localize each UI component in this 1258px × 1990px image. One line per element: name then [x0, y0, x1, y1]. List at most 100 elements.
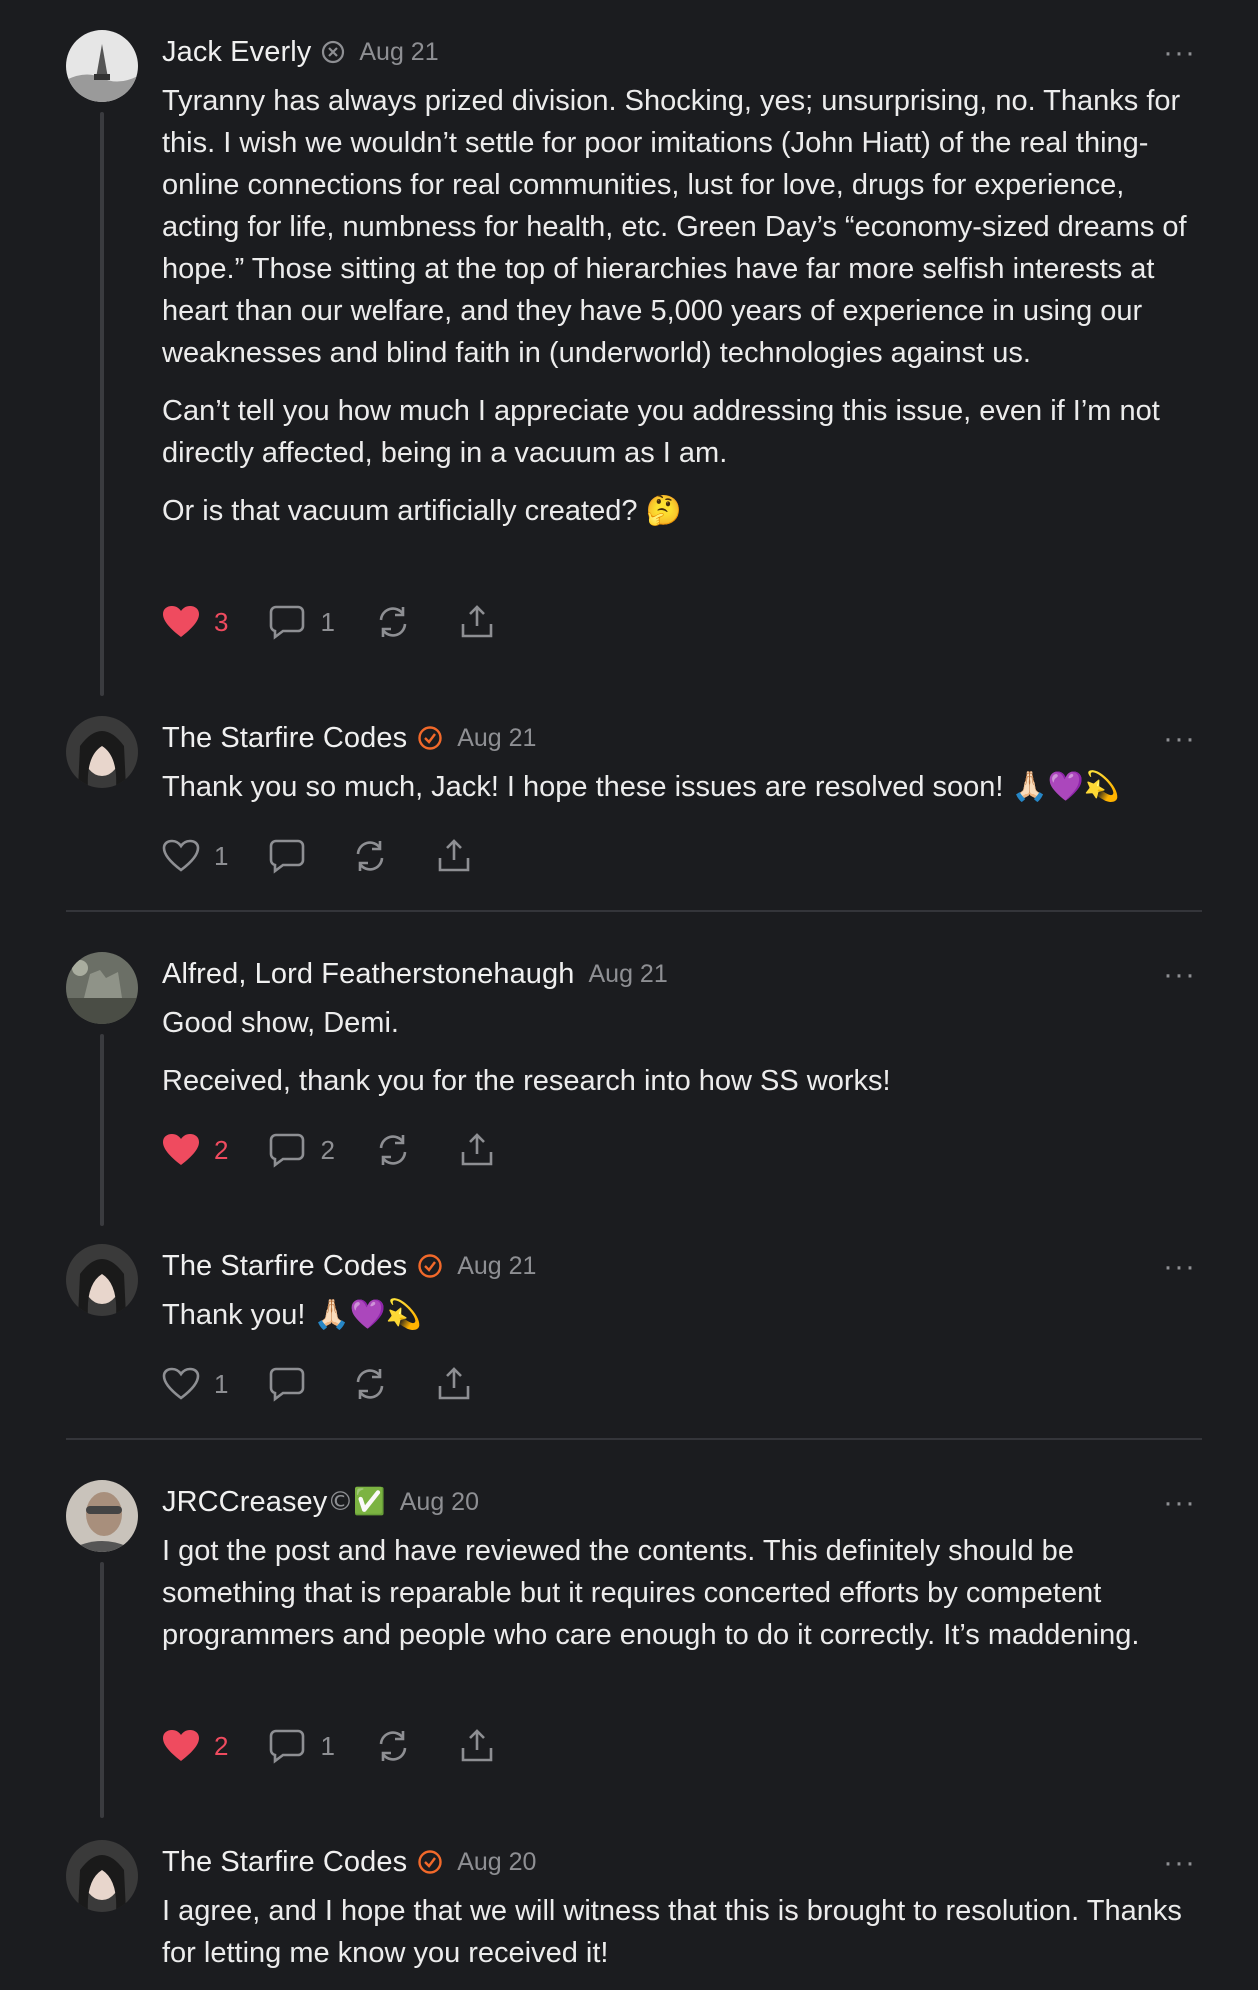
share-icon: [439, 839, 470, 872]
comment-header: Jack Everly Aug 21: [162, 32, 439, 72]
reply-button[interactable]: [268, 1366, 306, 1402]
more-options-icon[interactable]: ···: [1163, 38, 1196, 68]
heart-filled-icon: [163, 1730, 199, 1761]
like-count: 1: [214, 1368, 229, 1399]
comment-header: Alfred, Lord Featherstonehaugh Aug 21: [162, 954, 668, 994]
reply-button[interactable]: 2: [268, 1132, 335, 1168]
comment-date[interactable]: Aug 21: [457, 1252, 536, 1281]
restack-button[interactable]: [375, 604, 411, 640]
author-name[interactable]: JRCCreasey: [162, 1486, 327, 1519]
avatar[interactable]: [66, 1480, 138, 1552]
like-count: 3: [214, 606, 229, 637]
comment-date[interactable]: Aug 21: [359, 38, 438, 67]
comment-paragraph: Thank you so much, Jack! I hope these is…: [162, 771, 1120, 803]
comment-date[interactable]: Aug 21: [589, 960, 668, 989]
verified-check-icon: [417, 1253, 443, 1279]
comment-actions: 2 2: [162, 1130, 495, 1170]
restack-icon: [379, 1135, 407, 1165]
comment-bubble-icon: [270, 1367, 305, 1402]
like-count: 1: [214, 840, 229, 871]
heart-outline-icon: [162, 839, 200, 872]
share-icon: [461, 1729, 493, 1762]
thread-line: [100, 1034, 104, 1226]
comment-paragraph: Received, thank you for the research int…: [162, 1065, 891, 1097]
reply-count: 1: [320, 606, 335, 637]
author-name[interactable]: The Starfire Codes: [162, 1250, 407, 1283]
divider: [66, 910, 1202, 912]
thread-line: [100, 1562, 104, 1818]
comment-body: Tyranny has always prized division. Shoc…: [162, 80, 1202, 548]
comment-actions: 2 1: [162, 1726, 495, 1766]
divider: [66, 1438, 1202, 1440]
comment-header: The Starfire Codes Aug 21: [162, 718, 536, 758]
avatar[interactable]: [66, 1244, 138, 1316]
share-button[interactable]: [459, 1132, 495, 1168]
avatar[interactable]: [66, 952, 138, 1024]
more-options-icon[interactable]: ···: [1163, 724, 1196, 754]
share-icon: [461, 1133, 493, 1166]
share-button[interactable]: [459, 1728, 495, 1764]
avatar[interactable]: [66, 30, 138, 102]
share-button[interactable]: [436, 838, 472, 874]
author-name[interactable]: The Starfire Codes: [162, 722, 407, 755]
like-button[interactable]: 3: [162, 605, 228, 639]
like-button[interactable]: 1: [162, 1367, 228, 1401]
subscriber-badge-icon: [321, 40, 345, 64]
author-name[interactable]: Alfred, Lord Featherstonehaugh: [162, 958, 575, 991]
comment-bubble-icon: [270, 1729, 305, 1764]
restack-button[interactable]: [352, 1366, 388, 1402]
like-count: 2: [214, 1134, 229, 1165]
comment-paragraph: Thank you! 🙏🏻💜💫: [162, 1299, 422, 1331]
thread-line: [100, 112, 104, 696]
more-options-icon[interactable]: ···: [1163, 1488, 1196, 1518]
like-button[interactable]: 2: [162, 1729, 228, 1763]
reply-count: 1: [320, 1730, 335, 1761]
comment-body: I got the post and have reviewed the con…: [162, 1530, 1202, 1672]
share-button[interactable]: [436, 1366, 472, 1402]
restack-icon: [357, 841, 384, 871]
avatar[interactable]: [66, 1840, 138, 1912]
heart-filled-icon: [163, 606, 199, 637]
share-button[interactable]: [459, 604, 495, 640]
author-name[interactable]: Jack Everly: [162, 36, 311, 69]
comment-actions: 3 1: [162, 602, 495, 642]
comment-date[interactable]: Aug 21: [457, 724, 536, 753]
more-options-icon[interactable]: ···: [1163, 1252, 1196, 1282]
comment-bubble-icon: [270, 1133, 305, 1168]
restack-icon: [379, 1731, 407, 1761]
comment-date[interactable]: Aug 20: [400, 1488, 479, 1517]
verified-check-icon: [417, 1849, 443, 1875]
restack-icon: [357, 1369, 384, 1399]
reply-button[interactable]: 1: [268, 604, 335, 640]
like-button[interactable]: 2: [162, 1133, 228, 1167]
comment-body: Good show, Demi. Received, thank you for…: [162, 1002, 1202, 1118]
restack-button[interactable]: [352, 838, 388, 874]
comment-header: The Starfire Codes Aug 20: [162, 1842, 536, 1882]
comment-bubble-icon: [270, 605, 305, 640]
reply-button[interactable]: [268, 838, 306, 874]
like-button[interactable]: 1: [162, 839, 228, 873]
restack-button[interactable]: [375, 1132, 411, 1168]
share-icon: [439, 1367, 470, 1400]
restack-icon: [379, 607, 407, 637]
more-options-icon[interactable]: ···: [1163, 1848, 1196, 1878]
avatar[interactable]: [66, 716, 138, 788]
comment-paragraph: I got the post and have reviewed the con…: [162, 1535, 1140, 1651]
comment-paragraph: I agree, and I hope that we will witness…: [162, 1895, 1182, 1969]
share-icon: [461, 605, 493, 638]
heart-filled-icon: [163, 1134, 199, 1165]
more-options-icon[interactable]: ···: [1163, 960, 1196, 990]
like-count: 2: [214, 1730, 229, 1761]
comment-header: The Starfire Codes Aug 21: [162, 1246, 536, 1286]
comment-actions: 1: [162, 1364, 472, 1404]
comment-paragraph: Tyranny has always prized division. Shoc…: [162, 85, 1187, 369]
comment-body: Thank you so much, Jack! I hope these is…: [162, 766, 1202, 824]
author-name[interactable]: The Starfire Codes: [162, 1846, 407, 1879]
comment-bubble-icon: [270, 839, 305, 874]
comment-date[interactable]: Aug 20: [457, 1848, 536, 1877]
comment-paragraph: Good show, Demi.: [162, 1007, 399, 1039]
comment-actions: 1: [162, 836, 472, 876]
restack-button[interactable]: [375, 1728, 411, 1764]
reply-button[interactable]: 1: [268, 1728, 335, 1764]
comment-paragraph: Or is that vacuum artificially created? …: [162, 495, 682, 527]
